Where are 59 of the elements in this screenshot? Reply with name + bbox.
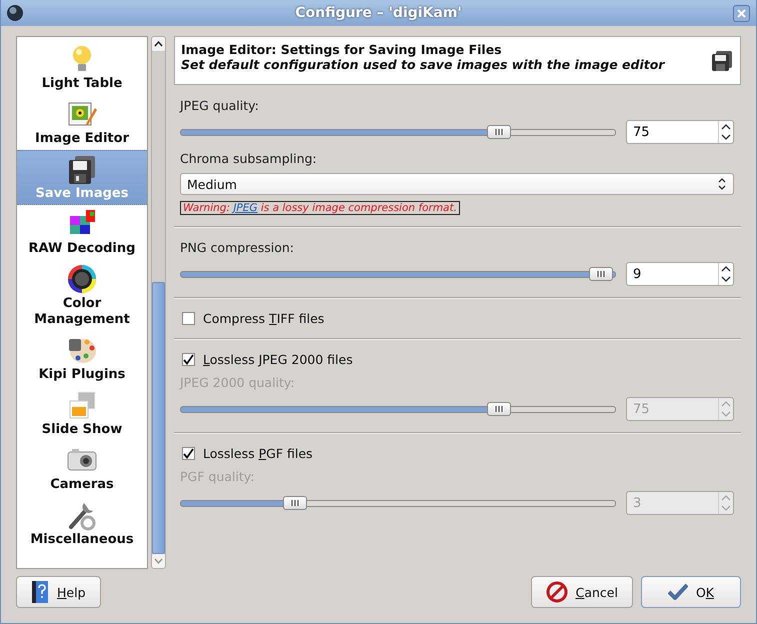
scrollbar[interactable] [151,36,166,569]
slider-handle[interactable] [589,266,613,280]
no-entry-icon [546,581,568,603]
dropdown[interactable]: Medium [180,173,734,195]
sidebar-item-label: Color Management [33,296,131,328]
scroll-thumb[interactable] [152,282,165,554]
sidebar-item[interactable]: Light Table [17,40,147,95]
checkbox[interactable] [182,312,195,325]
spin-arrows-icon [718,121,733,143]
up-down-caret-icon [717,177,727,191]
field-label: PNG compression: [180,239,296,256]
globe-icon [6,4,24,22]
sidebar-item-label: Slide Show [42,422,122,438]
field-label: Chroma subsampling: [180,150,318,167]
checkmark-icon [668,583,688,601]
page-title: Image Editor: Settings for Saving Image Files [181,42,503,57]
checkbox[interactable] [182,353,195,366]
sidebar-item[interactable]: Cameras [17,441,147,496]
spin-arrows-icon [718,492,733,514]
close-button[interactable] [733,4,750,22]
close-icon [736,8,747,18]
sidebar-item-label: Image Editor [34,131,129,147]
sidebar-item-label: Cameras [50,477,114,493]
checkbox-label[interactable]: Lossless PGF files [203,445,313,462]
checkbox-label[interactable]: Lossless JPEG 2000 files [203,351,353,368]
sidebar-item[interactable]: RAW Decoding [17,205,147,260]
sidebar-item-label: Miscellaneous [30,532,134,548]
number-field[interactable]: 9 [626,262,734,286]
checkbox-label[interactable]: Compress TIFF files [203,310,324,327]
floppy-disk-icon [711,50,733,72]
caret-down-icon [154,558,163,564]
sidebar-item[interactable]: Kipi Plugins [17,331,147,386]
slider-handle[interactable] [487,124,511,138]
spin-arrows-icon [718,263,733,285]
cancel-button[interactable]: Cancel [530,576,633,608]
spin-arrows-icon [718,398,733,420]
number-field[interactable]: 75 [626,120,734,144]
caret-up-icon [154,41,163,47]
help-button[interactable]: Help [16,576,101,608]
color-ring-icon [66,263,98,295]
sidebar-item[interactable]: Color Management [17,260,147,331]
sidebar-item-label: Light Table [42,76,122,92]
sidebar-item-label: Save Images [36,186,128,202]
sidebar-item-label: RAW Decoding [28,241,136,257]
sidebar-item[interactable]: Slide Show [17,386,147,441]
sidebar-item-label: Kipi Plugins [38,367,126,383]
warning-message: Warning: JPEG is a lossy image compression format. [180,201,460,215]
ok-button[interactable]: OK [640,576,741,608]
sidebar-item[interactable]: Image Editor [17,95,147,150]
sidebar-item[interactable]: Miscellaneous [17,496,147,551]
scroll-down-button[interactable] [152,554,165,568]
page-subtitle: Set default configuration used to save images with the image editor [181,57,666,72]
window-title: Configure – 'digiKam' [294,5,463,21]
field-label: JPEG quality: [180,97,260,114]
scroll-up-button[interactable] [152,37,165,51]
help-book-icon [31,580,49,604]
jpeg-link[interactable]: JPEG [233,202,258,214]
floppy-disk-icon [66,153,98,185]
checkbox[interactable] [182,447,195,460]
